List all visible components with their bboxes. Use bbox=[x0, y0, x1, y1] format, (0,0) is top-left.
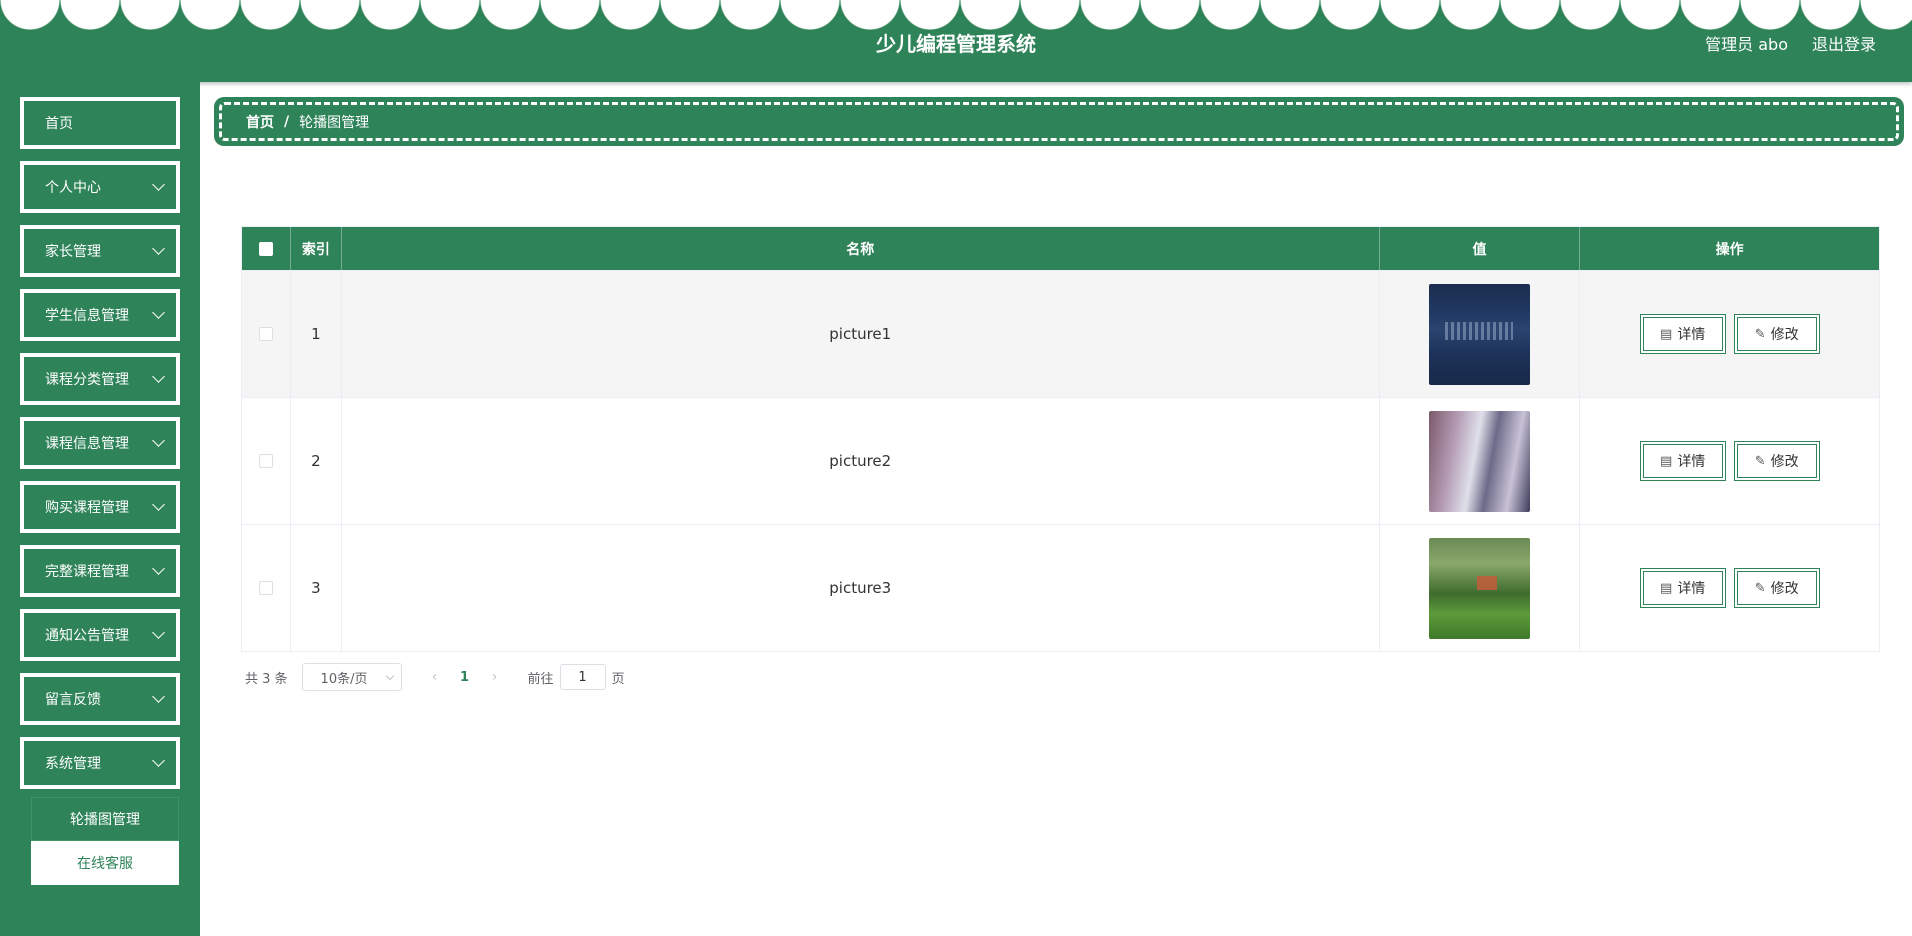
sidebar-item-personal-center[interactable]: 个人中心 bbox=[20, 161, 180, 213]
edit-pencil-icon: ✎ bbox=[1754, 580, 1766, 596]
detail-button-label: 详情 bbox=[1677, 581, 1706, 597]
select-all-checkbox[interactable] bbox=[258, 241, 273, 256]
sidebar-item-label: 首页 bbox=[45, 116, 73, 132]
current-user-label: 管理员 abo bbox=[1705, 35, 1788, 54]
prev-page-button[interactable]: ‹ bbox=[420, 669, 450, 685]
header-select-all[interactable] bbox=[242, 227, 291, 270]
sidebar-item-purchase-course[interactable]: 购买课程管理 bbox=[20, 481, 180, 533]
row-checkbox[interactable] bbox=[258, 454, 273, 468]
edit-pencil-icon: ✎ bbox=[1754, 453, 1766, 469]
goto-prefix: 前往 bbox=[527, 671, 554, 687]
column-header-actions: 操作 bbox=[1715, 241, 1744, 258]
sidebar-item-notice[interactable]: 通知公告管理 bbox=[20, 609, 180, 661]
logout-button[interactable]: 退出登录 bbox=[1812, 31, 1876, 55]
chevron-down-icon bbox=[152, 562, 165, 575]
chevron-down-icon bbox=[152, 178, 165, 191]
goto-suffix: 页 bbox=[611, 671, 625, 687]
sidebar-item-label: 购买课程管理 bbox=[45, 500, 129, 516]
system-submenu: 轮播图管理 在线客服 bbox=[31, 797, 179, 885]
column-header-value: 值 bbox=[1380, 227, 1581, 270]
sidebar-item-label: 留言反馈 bbox=[45, 692, 101, 708]
document-icon: ▤ bbox=[1660, 580, 1673, 596]
column-header-index: 索引 bbox=[291, 227, 342, 270]
sidebar-item-label: 学生信息管理 bbox=[45, 308, 129, 324]
sidebar-item-label: 家长管理 bbox=[45, 244, 101, 260]
user-area: 管理员 abo 退出登录 bbox=[1705, 31, 1876, 55]
breadcrumb-current: 轮播图管理 bbox=[299, 114, 370, 131]
cell-name: picture3 bbox=[342, 525, 1380, 651]
detail-button[interactable]: ▤ 详情 bbox=[1639, 314, 1726, 354]
breadcrumb-container: 首页 / 轮播图管理 bbox=[214, 97, 1904, 146]
cell-index: 1 bbox=[291, 271, 342, 397]
chevron-down-icon bbox=[152, 626, 165, 639]
edit-button[interactable]: ✎ 修改 bbox=[1733, 441, 1820, 481]
chevron-down-icon bbox=[152, 754, 165, 767]
sidebar-item-label: 课程信息管理 bbox=[45, 436, 129, 452]
chevron-down-icon bbox=[385, 671, 394, 680]
goto-page: 前往 1 页 bbox=[528, 664, 625, 690]
edit-button[interactable]: ✎ 修改 bbox=[1733, 314, 1820, 354]
table-row: 2 picture2 ▤ 详情 ✎ 修改 bbox=[242, 397, 1879, 524]
cell-index: 2 bbox=[291, 398, 342, 524]
table-header: 索引 名称 值 操作 bbox=[242, 227, 1879, 270]
submenu-item-carousel[interactable]: 轮播图管理 bbox=[31, 797, 179, 841]
sidebar-item-home[interactable]: 首页 bbox=[20, 97, 180, 149]
sidebar-item-label: 完整课程管理 bbox=[45, 564, 129, 580]
page-size-select[interactable]: 10条/页 bbox=[301, 663, 402, 691]
sidebar-item-label: 课程分类管理 bbox=[45, 372, 129, 388]
chevron-down-icon bbox=[152, 242, 165, 255]
sidebar-item-course-category[interactable]: 课程分类管理 bbox=[20, 353, 180, 405]
row-checkbox[interactable] bbox=[258, 581, 273, 595]
next-page-button[interactable]: › bbox=[480, 669, 510, 685]
page-number-current[interactable]: 1 bbox=[450, 670, 480, 685]
detail-button-label: 详情 bbox=[1677, 454, 1706, 470]
chevron-down-icon bbox=[152, 498, 165, 511]
edit-button-label: 修改 bbox=[1770, 327, 1799, 343]
breadcrumb-home[interactable]: 首页 bbox=[246, 112, 274, 132]
goto-page-input[interactable]: 1 bbox=[559, 664, 606, 690]
sidebar-item-complete-course[interactable]: 完整课程管理 bbox=[20, 545, 180, 597]
edit-button-label: 修改 bbox=[1770, 581, 1799, 597]
breadcrumb: 首页 / 轮播图管理 bbox=[219, 102, 1899, 141]
document-icon: ▤ bbox=[1660, 326, 1673, 342]
detail-button[interactable]: ▤ 详情 bbox=[1639, 568, 1726, 608]
cell-name: picture2 bbox=[342, 398, 1380, 524]
pagination: 共 3 条 10条/页 ‹ 1 › 前往 1 页 bbox=[245, 663, 625, 691]
sidebar-item-course-info[interactable]: 课程信息管理 bbox=[20, 417, 180, 469]
breadcrumb-separator: / bbox=[284, 113, 290, 130]
carousel-image-thumbnail[interactable] bbox=[1428, 283, 1530, 385]
carousel-image-thumbnail[interactable] bbox=[1428, 410, 1530, 512]
document-icon: ▤ bbox=[1660, 453, 1673, 469]
table-row: 1 picture1 ▤ 详情 ✎ 修改 bbox=[242, 270, 1879, 397]
table-row: 3 picture3 ▤ 详情 ✎ 修改 bbox=[242, 524, 1879, 651]
cell-name: picture1 bbox=[342, 271, 1380, 397]
carousel-image-thumbnail[interactable] bbox=[1428, 537, 1530, 639]
row-checkbox[interactable] bbox=[258, 327, 273, 341]
detail-button-label: 详情 bbox=[1677, 327, 1706, 343]
chevron-down-icon bbox=[152, 434, 165, 447]
carousel-table: 索引 名称 值 操作 1 picture1 ▤ 详情 ✎ 修改 2 picture2… bbox=[241, 226, 1880, 652]
sidebar-item-label: 通知公告管理 bbox=[45, 628, 129, 644]
detail-button[interactable]: ▤ 详情 bbox=[1639, 441, 1726, 481]
edit-button[interactable]: ✎ 修改 bbox=[1733, 568, 1820, 608]
top-header: 少儿编程管理系统 管理员 abo 退出登录 bbox=[0, 0, 1912, 82]
edit-pencil-icon: ✎ bbox=[1754, 326, 1766, 342]
cell-index: 3 bbox=[291, 525, 342, 651]
sidebar-item-student-info[interactable]: 学生信息管理 bbox=[20, 289, 180, 341]
edit-button-label: 修改 bbox=[1770, 454, 1799, 470]
sidebar-item-label: 系统管理 bbox=[45, 756, 101, 772]
chevron-down-icon bbox=[152, 370, 165, 383]
chevron-down-icon bbox=[152, 306, 165, 319]
chevron-down-icon bbox=[152, 690, 165, 703]
app-title: 少儿编程管理系统 bbox=[876, 32, 1036, 56]
column-header-name: 名称 bbox=[342, 227, 1380, 270]
submenu-item-online-service[interactable]: 在线客服 bbox=[31, 841, 179, 885]
sidebar-item-parent-management[interactable]: 家长管理 bbox=[20, 225, 180, 277]
page-size-value: 10条/页 bbox=[320, 671, 368, 687]
sidebar-item-feedback[interactable]: 留言反馈 bbox=[20, 673, 180, 725]
sidebar-item-system[interactable]: 系统管理 bbox=[20, 737, 180, 789]
sidebar-item-label: 个人中心 bbox=[45, 180, 101, 196]
pagination-total: 共 3 条 bbox=[245, 671, 288, 687]
